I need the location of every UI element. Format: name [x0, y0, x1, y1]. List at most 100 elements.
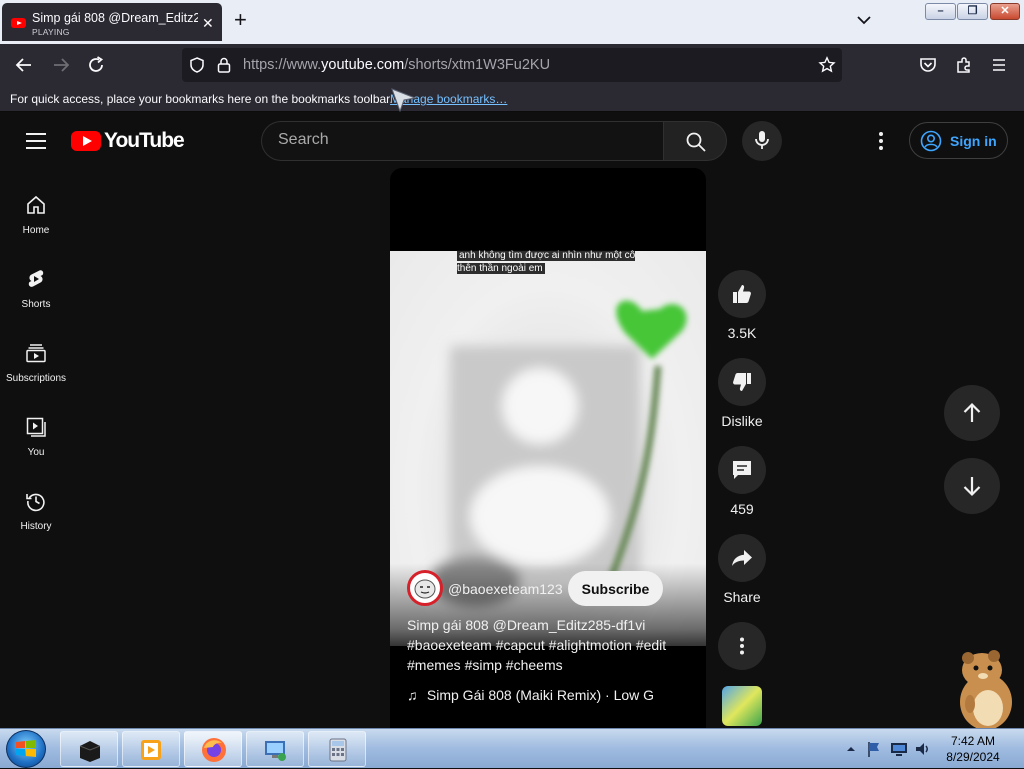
- search-input[interactable]: [278, 131, 648, 149]
- youtube-favicon-icon: [11, 18, 26, 28]
- sidebar-item-you[interactable]: You: [0, 404, 72, 464]
- search-button[interactable]: [663, 121, 727, 161]
- action-center-flag-icon[interactable]: [866, 740, 882, 758]
- subscribe-button[interactable]: Subscribe: [568, 571, 663, 606]
- shorts-player[interactable]: anh không tìm được ai nhìn như một cô th…: [390, 168, 706, 728]
- extensions-puzzle-icon[interactable]: [954, 55, 974, 75]
- music-title: Simp Gái 808 (Maiki Remix) · Low G: [426, 687, 655, 703]
- mouse-cursor-icon: [391, 88, 417, 112]
- subscribe-label: Subscribe: [581, 581, 650, 597]
- list-all-tabs-icon[interactable]: [856, 12, 872, 28]
- thumbs-up-icon: [733, 285, 751, 303]
- system-tray: 7:42 AM 8/29/2024: [840, 729, 1024, 769]
- taskbar-app-firefox[interactable]: [184, 731, 242, 767]
- share-arrow-icon: [732, 550, 752, 566]
- browser-tab-active[interactable]: Simp gái 808 @Dream_Editz285 PLAYING ✕: [2, 3, 222, 41]
- dislike-label: Dislike: [721, 413, 763, 429]
- history-icon: [26, 493, 45, 512]
- comment-icon: [733, 461, 751, 479]
- back-arrow-icon[interactable]: [13, 54, 35, 76]
- pocket-icon[interactable]: [918, 55, 938, 75]
- media-player-icon: [141, 740, 161, 760]
- tab-playing-status: PLAYING: [32, 27, 70, 37]
- arrow-up-icon: [963, 402, 981, 422]
- comments-count: 459: [730, 501, 754, 517]
- subscriptions-icon: [26, 344, 46, 363]
- avatar-face-icon: [414, 579, 436, 599]
- sidebar-item-history[interactable]: History: [0, 478, 72, 538]
- short-description[interactable]: Simp gái 808 @Dream_Editz285-df1vi #baoe…: [407, 615, 692, 675]
- sound-thumbnail[interactable]: [722, 686, 762, 726]
- reload-icon[interactable]: [85, 54, 107, 76]
- youtube-masthead: YouTube Sign in: [0, 112, 1024, 170]
- taskbar-app-desktop[interactable]: [60, 731, 118, 767]
- music-attribution-link[interactable]: ♫ Simp Gái 808 (Maiki Remix) · Low G: [407, 687, 654, 703]
- sidebar-item-subscriptions[interactable]: Subscriptions: [0, 330, 72, 390]
- sidebar-item-home[interactable]: Home: [0, 182, 72, 242]
- microphone-icon: [755, 131, 769, 149]
- arrow-down-icon: [963, 477, 981, 497]
- sign-in-label: Sign in: [950, 133, 997, 149]
- video-caption: anh không tìm được ai nhìn như một cô th…: [457, 250, 636, 274]
- firefox-icon: [202, 738, 226, 762]
- share-label: Share: [723, 589, 761, 605]
- calculator-icon: [329, 738, 347, 762]
- mini-guide-sidebar: Home Shorts Subscriptions You History: [0, 170, 72, 728]
- forward-arrow-icon[interactable]: [50, 54, 72, 76]
- previous-short-button[interactable]: [944, 385, 1000, 441]
- sidebar-label-home: Home: [22, 225, 50, 236]
- tab-close-icon[interactable]: ✕: [202, 15, 214, 32]
- window-close-button[interactable]: ✕: [990, 3, 1020, 20]
- sidebar-label-subscriptions: Subscriptions: [5, 373, 67, 384]
- show-hidden-icons-icon[interactable]: [846, 744, 856, 754]
- you-icon: [26, 417, 46, 437]
- sign-in-button[interactable]: Sign in: [909, 122, 1008, 159]
- voice-search-button[interactable]: [742, 121, 782, 161]
- youtube-play-logo-icon: [71, 131, 101, 151]
- start-button[interactable]: [6, 730, 46, 768]
- app-menu-hamburger-icon[interactable]: [990, 56, 1008, 74]
- tab-strip: Simp gái 808 @Dream_Editz285 PLAYING ✕ +…: [0, 0, 1024, 44]
- network-icon[interactable]: [890, 741, 908, 757]
- windows-logo-icon: [16, 740, 36, 757]
- bookmark-star-icon[interactable]: [818, 56, 836, 74]
- url-bar[interactable]: https://www.youtube.com/shorts/xtm1W3Fu2…: [182, 48, 842, 82]
- navigation-toolbar: https://www.youtube.com/shorts/xtm1W3Fu2…: [0, 44, 1024, 86]
- sidebar-label-shorts: Shorts: [21, 299, 51, 310]
- url-text: https://www.youtube.com/shorts/xtm1W3Fu2…: [243, 57, 551, 73]
- tracking-protection-shield-icon[interactable]: [188, 56, 206, 74]
- windows-taskbar: 7:42 AM 8/29/2024: [0, 728, 1024, 768]
- sidebar-label-you: You: [27, 447, 45, 458]
- next-short-button[interactable]: [944, 458, 1000, 514]
- taskbar-app-remote-desktop[interactable]: [246, 731, 304, 767]
- black-box-icon: [79, 741, 101, 762]
- music-note-icon: ♫: [407, 687, 418, 703]
- search-icon: [686, 132, 706, 152]
- account-circle-icon: [920, 130, 942, 152]
- taskbar-app-calculator[interactable]: [308, 731, 366, 767]
- clock-time[interactable]: 7:42 AM: [940, 734, 1006, 748]
- lock-icon[interactable]: [216, 56, 232, 74]
- bookmarks-toolbar: For quick access, place your bookmarks h…: [0, 86, 1024, 112]
- settings-more-vert-icon[interactable]: [870, 129, 892, 153]
- guide-menu-icon[interactable]: [26, 133, 46, 149]
- clock-date[interactable]: 8/29/2024: [940, 750, 1006, 764]
- taskbar-app-media-player[interactable]: [122, 731, 180, 767]
- hamster-mascot-image: [960, 650, 1012, 728]
- shorts-icon: [28, 270, 44, 287]
- more-vert-icon: [740, 637, 744, 655]
- sidebar-item-shorts[interactable]: Shorts: [0, 256, 72, 316]
- search-box: [261, 121, 663, 161]
- new-tab-button[interactable]: +: [234, 9, 247, 31]
- channel-name-link[interactable]: @baoexeteam123: [448, 581, 563, 597]
- youtube-logo-text: YouTube: [104, 129, 185, 152]
- window-restore-button[interactable]: ❐: [957, 3, 988, 20]
- remote-desktop-icon: [265, 741, 286, 761]
- window-minimize-button[interactable]: –: [925, 3, 956, 20]
- channel-avatar[interactable]: [407, 570, 443, 606]
- bookmarks-hint-text: For quick access, place your bookmarks h…: [10, 92, 393, 106]
- volume-icon[interactable]: [914, 740, 932, 758]
- thumbs-down-icon: [733, 373, 751, 391]
- tab-title: Simp gái 808 @Dream_Editz285: [32, 11, 198, 25]
- like-count: 3.5K: [727, 325, 757, 341]
